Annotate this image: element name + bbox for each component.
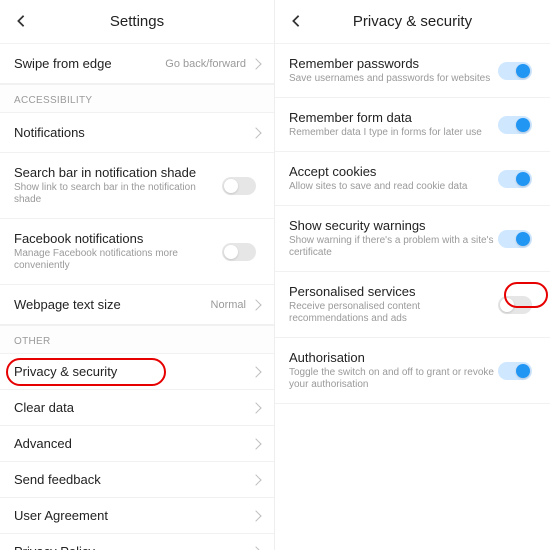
- chevron-left-icon: [289, 14, 303, 28]
- toggle-facebook[interactable]: [222, 243, 256, 261]
- row-sub: Save usernames and passwords for website…: [289, 73, 498, 85]
- toggle-remember-form[interactable]: [498, 116, 532, 134]
- row-notifications[interactable]: Notifications: [0, 113, 274, 153]
- chevron-right-icon: [250, 299, 261, 310]
- row-sub: Manage Facebook notifications more conve…: [14, 248, 222, 272]
- chevron-left-icon: [14, 14, 28, 28]
- row-facebook-notifications[interactable]: Facebook notifications Manage Facebook n…: [0, 219, 274, 285]
- privacy-pane: Privacy & security Remember passwords Sa…: [275, 0, 550, 550]
- row-label: Remember form data: [289, 110, 498, 125]
- settings-header: Settings: [0, 0, 274, 44]
- toggle-cookies[interactable]: [498, 170, 532, 188]
- chevron-right-icon: [250, 58, 261, 69]
- row-label: Notifications: [14, 125, 252, 140]
- row-label: Remember passwords: [289, 56, 498, 71]
- chevron-right-icon: [250, 438, 261, 449]
- chevron-right-icon: [250, 127, 261, 138]
- row-label: Send feedback: [14, 472, 252, 487]
- row-label: Personalised services: [289, 284, 498, 299]
- row-label: Facebook notifications: [14, 231, 222, 246]
- row-label: Advanced: [14, 436, 252, 451]
- row-label: Accept cookies: [289, 164, 498, 179]
- section-other: OTHER: [0, 325, 274, 354]
- row-security-warnings[interactable]: Show security warnings Show warning if t…: [275, 206, 550, 272]
- row-privacy-policy[interactable]: Privacy Policy: [0, 534, 274, 550]
- row-label: Privacy Policy: [14, 544, 252, 550]
- row-personalised-services[interactable]: Personalised services Receive personalis…: [275, 272, 550, 338]
- row-label: Privacy & security: [14, 364, 252, 379]
- row-accept-cookies[interactable]: Accept cookies Allow sites to save and r…: [275, 152, 550, 206]
- row-label: Search bar in notification shade: [14, 165, 222, 180]
- row-sub: Show link to search bar in the notificat…: [14, 182, 222, 206]
- toggle-authorisation[interactable]: [498, 362, 532, 380]
- back-button[interactable]: [285, 10, 307, 32]
- row-sub: Allow sites to save and read cookie data: [289, 181, 498, 193]
- row-remember-form-data[interactable]: Remember form data Remember data I type …: [275, 98, 550, 152]
- back-button[interactable]: [10, 10, 32, 32]
- row-send-feedback[interactable]: Send feedback: [0, 462, 274, 498]
- chevron-right-icon: [250, 474, 261, 485]
- row-label: Authorisation: [289, 350, 498, 365]
- row-label: Swipe from edge: [14, 56, 165, 71]
- row-label: User Agreement: [14, 508, 252, 523]
- row-swipe-from-edge[interactable]: Swipe from edge Go back/forward: [0, 44, 274, 84]
- toggle-search-bar[interactable]: [222, 177, 256, 195]
- settings-pane: Settings Swipe from edge Go back/forward…: [0, 0, 275, 550]
- privacy-title: Privacy & security: [353, 13, 472, 30]
- toggle-warnings[interactable]: [498, 230, 532, 248]
- row-sub: Remember data I type in forms for later …: [289, 127, 498, 139]
- row-sub: Show warning if there's a problem with a…: [289, 235, 498, 259]
- row-label: Clear data: [14, 400, 252, 415]
- settings-title: Settings: [110, 13, 164, 30]
- chevron-right-icon: [250, 366, 261, 377]
- row-privacy-security[interactable]: Privacy & security: [0, 354, 274, 390]
- chevron-right-icon: [250, 546, 261, 550]
- row-label: Show security warnings: [289, 218, 498, 233]
- toggle-remember-passwords[interactable]: [498, 62, 532, 80]
- chevron-right-icon: [250, 402, 261, 413]
- row-label: Webpage text size: [14, 297, 211, 312]
- chevron-right-icon: [250, 510, 261, 521]
- toggle-personalised[interactable]: [498, 296, 532, 314]
- section-accessibility: ACCESSIBILITY: [0, 84, 274, 113]
- row-remember-passwords[interactable]: Remember passwords Save usernames and pa…: [275, 44, 550, 98]
- row-advanced[interactable]: Advanced: [0, 426, 274, 462]
- row-search-bar-shade[interactable]: Search bar in notification shade Show li…: [0, 153, 274, 219]
- row-user-agreement[interactable]: User Agreement: [0, 498, 274, 534]
- row-sub: Toggle the switch on and off to grant or…: [289, 367, 498, 391]
- row-value: Normal: [211, 299, 246, 311]
- row-sub: Receive personalised content recommendat…: [289, 301, 498, 325]
- row-webpage-text-size[interactable]: Webpage text size Normal: [0, 285, 274, 325]
- row-clear-data[interactable]: Clear data: [0, 390, 274, 426]
- row-value: Go back/forward: [165, 58, 246, 70]
- privacy-header: Privacy & security: [275, 0, 550, 44]
- row-authorisation[interactable]: Authorisation Toggle the switch on and o…: [275, 338, 550, 404]
